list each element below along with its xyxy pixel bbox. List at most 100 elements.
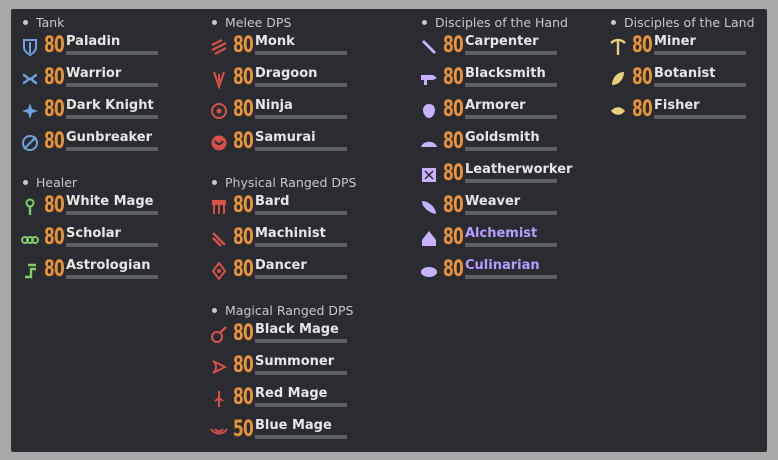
- job-name: Leatherworker: [465, 162, 573, 177]
- job-name: Dark Knight: [66, 98, 154, 113]
- job-row-black-mage[interactable]: 80 Black Mage: [209, 321, 409, 351]
- exp-bar: [255, 147, 347, 151]
- job-row-blacksmith[interactable]: 80 Blacksmith: [419, 65, 619, 95]
- job-row-ninja[interactable]: 80 Ninja: [209, 97, 409, 127]
- leatherworker-icon: [419, 165, 439, 185]
- group-title: Melee DPS: [225, 15, 292, 30]
- job-level: 80: [443, 33, 464, 58]
- exp-bar: [255, 211, 347, 215]
- job-row-carpenter[interactable]: 80 Carpenter: [419, 33, 619, 63]
- job-row-botanist[interactable]: 80 Botanist: [608, 65, 778, 95]
- samurai-icon: [209, 133, 229, 153]
- exp-bar: [255, 243, 347, 247]
- job-row-white-mage[interactable]: 80 White Mage: [20, 193, 220, 223]
- job-level: 80: [632, 33, 653, 58]
- job-name: Astrologian: [66, 258, 151, 273]
- job-name: Summoner: [255, 354, 335, 369]
- job-name: Culinarian: [465, 258, 540, 273]
- job-row-blue-mage[interactable]: 50 Blue Mage: [209, 417, 409, 447]
- job-row-fisher[interactable]: 80 Fisher: [608, 97, 778, 127]
- bullet-icon: [212, 20, 217, 25]
- job-level: 80: [233, 33, 254, 58]
- job-row-culinarian[interactable]: 80 Culinarian: [419, 257, 619, 287]
- alchemist-icon: [419, 229, 439, 249]
- job-row-alchemist[interactable]: 80 Alchemist: [419, 225, 619, 255]
- bullet-icon: [422, 20, 427, 25]
- job-level: 80: [632, 65, 653, 90]
- job-level: 80: [443, 193, 464, 218]
- job-name: Carpenter: [465, 34, 539, 49]
- job-row-red-mage[interactable]: 80 Red Mage: [209, 385, 409, 415]
- character-jobs-panel: Tank 80 Paladin 80 Warrior 80 Dark Knight 80 Gun…: [11, 9, 767, 452]
- bullet-icon: [611, 20, 616, 25]
- job-name: Bard: [255, 194, 290, 209]
- exp-bar: [465, 243, 557, 247]
- job-row-armorer[interactable]: 80 Armorer: [419, 97, 619, 127]
- machinist-icon: [209, 229, 229, 249]
- job-row-goldsmith[interactable]: 80 Goldsmith: [419, 129, 619, 159]
- job-name: Fisher: [654, 98, 700, 113]
- group-header-healer: Healer: [23, 175, 77, 191]
- group-header-physical-ranged-dps: Physical Ranged DPS: [212, 175, 356, 191]
- job-row-astrologian[interactable]: 80 Astrologian: [20, 257, 220, 287]
- job-level: 80: [443, 161, 464, 186]
- paladin-icon: [20, 37, 40, 57]
- exp-bar: [465, 115, 557, 119]
- job-name: Monk: [255, 34, 295, 49]
- job-level: 80: [443, 257, 464, 282]
- scholar-icon: [20, 229, 40, 249]
- job-name: Samurai: [255, 130, 316, 145]
- job-level: 80: [44, 257, 65, 282]
- ninja-icon: [209, 101, 229, 121]
- job-name: Armorer: [465, 98, 526, 113]
- exp-bar: [66, 51, 158, 55]
- warrior-icon: [20, 69, 40, 89]
- group-title: Healer: [36, 175, 78, 190]
- job-level: 80: [233, 385, 254, 410]
- job-level: 80: [233, 257, 254, 282]
- bullet-icon: [23, 180, 28, 185]
- exp-bar: [465, 211, 557, 215]
- job-row-summoner[interactable]: 80 Summoner: [209, 353, 409, 383]
- exp-bar: [255, 403, 347, 407]
- job-row-warrior[interactable]: 80 Warrior: [20, 65, 220, 95]
- bullet-icon: [23, 20, 28, 25]
- exp-bar: [255, 435, 347, 439]
- job-row-miner[interactable]: 80 Miner: [608, 33, 778, 63]
- job-row-leatherworker[interactable]: 80 Leatherworker: [419, 161, 619, 191]
- job-row-bard[interactable]: 80 Bard: [209, 193, 409, 223]
- group-title: Tank: [36, 15, 65, 30]
- job-row-weaver[interactable]: 80 Weaver: [419, 193, 619, 223]
- group-header-tank: Tank: [23, 15, 64, 31]
- weaver-icon: [419, 197, 439, 217]
- bullet-icon: [212, 308, 217, 313]
- job-row-dark-knight[interactable]: 80 Dark Knight: [20, 97, 220, 127]
- job-row-paladin[interactable]: 80 Paladin: [20, 33, 220, 63]
- exp-bar: [465, 83, 557, 87]
- job-name: Paladin: [66, 34, 121, 49]
- job-row-dragoon[interactable]: 80 Dragoon: [209, 65, 409, 95]
- bullet-icon: [212, 180, 217, 185]
- job-name: Goldsmith: [465, 130, 540, 145]
- job-row-samurai[interactable]: 80 Samurai: [209, 129, 409, 159]
- job-row-machinist[interactable]: 80 Machinist: [209, 225, 409, 255]
- summoner-icon: [209, 357, 229, 377]
- job-name: Machinist: [255, 226, 326, 241]
- job-name: Miner: [654, 34, 696, 49]
- blue-mage-icon: [209, 421, 229, 441]
- blacksmith-icon: [419, 69, 439, 89]
- exp-bar: [465, 147, 557, 151]
- group-header-melee-dps: Melee DPS: [212, 15, 291, 31]
- job-level: 80: [233, 97, 254, 122]
- exp-bar: [465, 179, 557, 183]
- job-row-monk[interactable]: 80 Monk: [209, 33, 409, 63]
- group-header-magical-ranged-dps: Magical Ranged DPS: [212, 303, 353, 319]
- job-level: 80: [443, 65, 464, 90]
- gunbreaker-icon: [20, 133, 40, 153]
- job-row-scholar[interactable]: 80 Scholar: [20, 225, 220, 255]
- exp-bar: [66, 83, 158, 87]
- job-row-gunbreaker[interactable]: 80 Gunbreaker: [20, 129, 220, 159]
- job-name: Botanist: [654, 66, 716, 81]
- job-level: 80: [233, 353, 254, 378]
- job-row-dancer[interactable]: 80 Dancer: [209, 257, 409, 287]
